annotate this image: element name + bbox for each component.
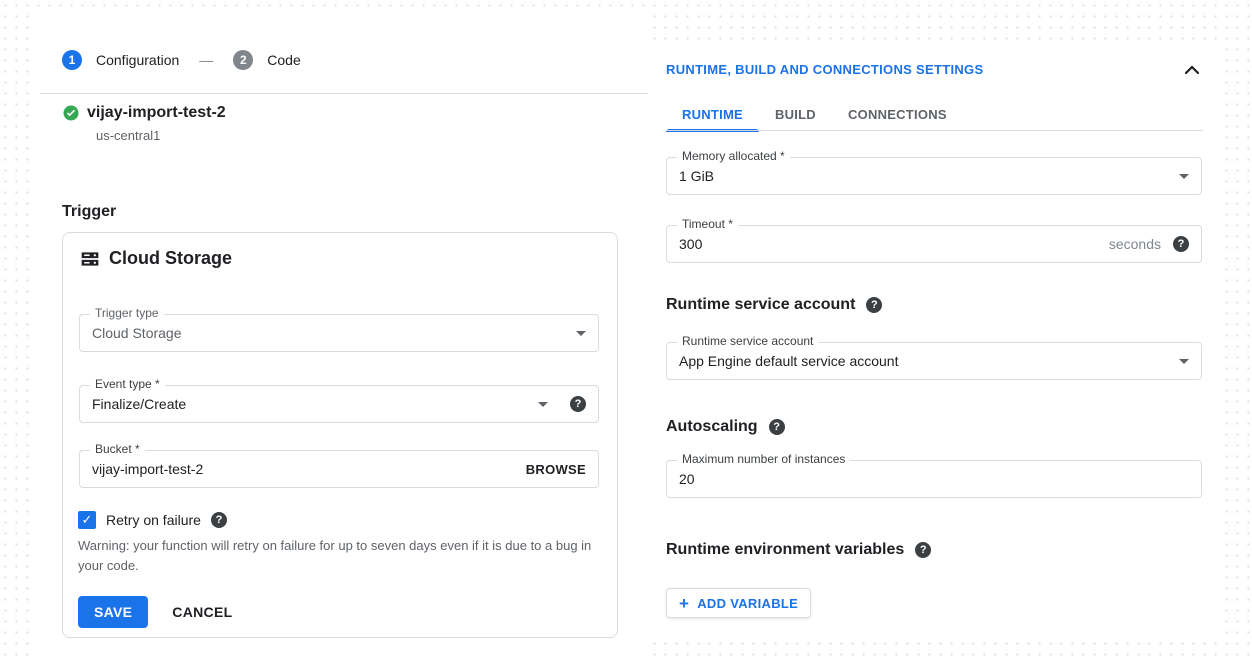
function-region: us-central1	[96, 128, 160, 143]
check-circle-icon	[62, 104, 80, 122]
cancel-button[interactable]: CANCEL	[172, 604, 232, 620]
trigger-actions: SAVE CANCEL	[78, 596, 232, 628]
retry-warning-text: Warning: your function will retry on fai…	[78, 536, 606, 576]
service-account-value: App Engine default service account	[679, 353, 1179, 369]
memory-allocated-value: 1 GiB	[679, 168, 1179, 184]
cloud-storage-icon	[80, 249, 100, 269]
autoscaling-heading-row: Autoscaling ?	[666, 418, 785, 436]
chevron-down-icon	[538, 402, 548, 407]
tab-connections[interactable]: CONNECTIONS	[832, 98, 963, 131]
settings-tabs: RUNTIME BUILD CONNECTIONS	[666, 98, 963, 131]
tabs-divider	[666, 130, 1203, 131]
trigger-type-label: Trigger type	[90, 306, 164, 320]
env-vars-heading: Runtime environment variables	[666, 541, 904, 559]
runtime-settings-panel: RUNTIME, BUILD AND CONNECTIONS SETTINGS …	[653, 44, 1220, 642]
service-account-heading-row: Runtime service account ?	[666, 296, 882, 314]
event-type-value: Finalize/Create	[92, 396, 538, 412]
trigger-card: Cloud Storage Trigger type Cloud Storage…	[62, 232, 618, 638]
bucket-field[interactable]: Bucket * vijay-import-test-2 BROWSE	[79, 450, 599, 488]
timeout-suffix: seconds	[1109, 236, 1161, 252]
service-account-select[interactable]: Runtime service account App Engine defau…	[666, 342, 1202, 380]
memory-allocated-label: Memory allocated *	[677, 149, 790, 163]
timeout-field[interactable]: Timeout * 300 seconds ?	[666, 225, 1202, 263]
retry-row: ✓ Retry on failure ?	[78, 511, 227, 529]
save-button[interactable]: SAVE	[78, 596, 148, 628]
memory-allocated-select[interactable]: Memory allocated * 1 GiB	[666, 157, 1202, 195]
env-vars-heading-row: Runtime environment variables ?	[666, 541, 931, 559]
timeout-help-icon[interactable]: ?	[1173, 236, 1189, 252]
settings-header-link[interactable]: RUNTIME, BUILD AND CONNECTIONS SETTINGS	[666, 62, 983, 77]
step-1-circle[interactable]: 1	[62, 50, 82, 70]
step-2-label[interactable]: Code	[267, 52, 300, 68]
bucket-value[interactable]: vijay-import-test-2	[92, 461, 526, 477]
step-2-circle[interactable]: 2	[233, 50, 253, 70]
service-account-heading: Runtime service account	[666, 296, 855, 314]
event-type-help-icon[interactable]: ?	[570, 396, 586, 412]
trigger-section-title: Trigger	[62, 203, 116, 221]
stepper: 1 Configuration — 2 Code	[62, 50, 301, 70]
service-account-help-icon[interactable]: ?	[866, 297, 882, 313]
stepper-divider	[40, 93, 648, 94]
plus-icon: +	[679, 595, 689, 612]
trigger-type-value: Cloud Storage	[92, 325, 576, 341]
trigger-type-select[interactable]: Trigger type Cloud Storage	[79, 314, 599, 352]
settings-header-row: RUNTIME, BUILD AND CONNECTIONS SETTINGS	[666, 62, 1200, 77]
browse-button[interactable]: BROWSE	[526, 462, 586, 477]
retry-checkbox[interactable]: ✓	[78, 511, 96, 529]
timeout-label: Timeout *	[677, 217, 738, 231]
autoscaling-help-icon[interactable]: ?	[769, 419, 785, 435]
step-1-label[interactable]: Configuration	[96, 52, 179, 68]
chevron-down-icon	[1179, 359, 1189, 364]
stepper-separator: —	[199, 52, 213, 68]
check-icon: ✓	[82, 512, 93, 528]
function-name: vijay-import-test-2	[87, 104, 226, 122]
tab-build[interactable]: BUILD	[759, 98, 832, 131]
timeout-value[interactable]: 300	[679, 236, 1109, 252]
event-type-label: Event type *	[90, 377, 165, 391]
bucket-label: Bucket *	[90, 442, 145, 456]
trigger-card-title-row: Cloud Storage	[80, 248, 232, 269]
chevron-down-icon	[576, 331, 586, 336]
max-instances-label: Maximum number of instances	[677, 452, 850, 466]
service-account-label: Runtime service account	[677, 334, 818, 348]
retry-label[interactable]: Retry on failure	[106, 512, 201, 528]
chevron-down-icon	[1179, 174, 1189, 179]
chevron-up-icon	[1184, 63, 1200, 78]
max-instances-value[interactable]: 20	[679, 471, 1189, 487]
configuration-panel: 1 Configuration — 2 Code vijay-import-te…	[30, 8, 648, 658]
env-vars-help-icon[interactable]: ?	[915, 542, 931, 558]
autoscaling-heading: Autoscaling	[666, 418, 758, 436]
add-variable-button[interactable]: + ADD VARIABLE	[666, 588, 811, 618]
tab-runtime[interactable]: RUNTIME	[666, 98, 759, 131]
event-type-select[interactable]: Event type * Finalize/Create ?	[79, 385, 599, 423]
function-name-row: vijay-import-test-2	[62, 104, 226, 122]
retry-help-icon[interactable]: ?	[211, 512, 227, 528]
max-instances-field[interactable]: Maximum number of instances 20	[666, 460, 1202, 498]
add-variable-label: ADD VARIABLE	[697, 596, 798, 611]
trigger-card-title: Cloud Storage	[109, 248, 232, 269]
collapse-section-button[interactable]	[1184, 65, 1200, 75]
